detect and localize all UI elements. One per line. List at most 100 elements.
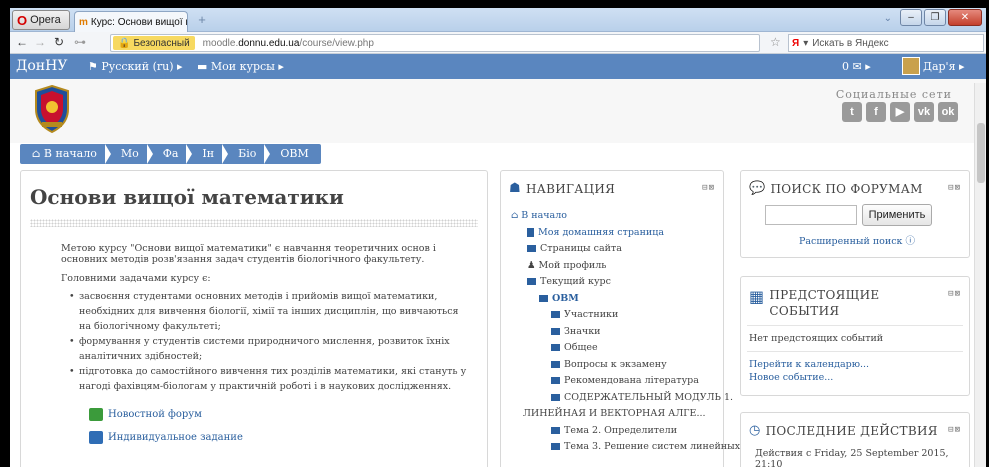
navigation-block-title: ☗ Навигация	[509, 181, 615, 196]
nav-item-exam-questions[interactable]: Вопросы к экзамену	[511, 357, 740, 374]
breadcrumb-item[interactable]: Фа	[151, 144, 193, 164]
twitter-icon[interactable]: t	[842, 102, 862, 122]
breadcrumb-home-label: В начало	[43, 147, 97, 160]
breadcrumb-home[interactable]: ⌂ В начало	[20, 144, 111, 164]
avatar	[902, 57, 920, 75]
reload-icon[interactable]: ↻	[54, 35, 64, 49]
university-logo[interactable]	[32, 85, 72, 133]
upcoming-events-block: ▦ Предстоящие события ⊟⊠ Нет предстоящих …	[740, 276, 970, 396]
new-event-link[interactable]: Новое событие...	[749, 372, 833, 384]
block-controls[interactable]: ⊟⊠	[948, 289, 961, 299]
url-path: /course/view.php	[299, 37, 374, 49]
nav-item-current-course[interactable]: Текущий курс	[511, 274, 740, 291]
list-item: засвоєння студентами основних методів і …	[69, 289, 469, 334]
help-icon[interactable]: ⓘ	[906, 236, 916, 247]
search-engine-chevron-icon[interactable]: ▾	[803, 38, 808, 49]
page-scrollbar[interactable]	[974, 83, 986, 467]
site-header: Социальные сети t f ▶ vk ok	[10, 79, 986, 143]
folder-icon	[551, 360, 560, 368]
upcoming-events-title: ▦ Предстоящие события	[749, 287, 879, 319]
nav-item-topic-3[interactable]: Тема 3. Решение систем линейных	[511, 439, 740, 456]
nav-item-label: ЛИНЕЙНАЯ И ВЕКТОРНАЯ АЛГЕ...	[523, 408, 706, 419]
nav-item-label: Рекомендована література	[564, 375, 699, 386]
nav-item-badges[interactable]: Значки	[511, 324, 740, 341]
facebook-icon[interactable]: f	[866, 102, 886, 122]
flag-icon: ⚑	[88, 60, 102, 73]
youtube-icon[interactable]: ▶	[890, 102, 910, 122]
recent-activity-title: ◷ Последние действия	[749, 423, 938, 438]
sitemap-icon: ☗	[509, 181, 521, 196]
url-text: moodle.donnu.edu.ua/course/view.php	[203, 38, 374, 49]
forum-search-input[interactable]	[765, 205, 857, 225]
block-controls[interactable]: ⊟⊠	[948, 425, 961, 435]
folder-icon	[551, 327, 560, 335]
nav-item-site-pages[interactable]: Страницы сайта	[511, 241, 740, 258]
home-icon: ⌂	[32, 147, 44, 160]
nav-item-course-ovm[interactable]: ОВМ	[511, 291, 740, 308]
moodle-favicon-icon: m	[79, 16, 88, 28]
title-divider	[30, 219, 478, 227]
user-menu[interactable]: Дар'я ▸	[902, 57, 965, 75]
block-controls[interactable]: ⊟⊠	[702, 183, 715, 193]
comments-icon: 💬	[749, 181, 766, 196]
site-brand-link[interactable]: ДонНУ	[16, 58, 67, 74]
nav-item-topic-2[interactable]: Тема 2. Определители	[511, 423, 740, 440]
back-icon[interactable]: ←	[16, 35, 28, 49]
my-courses-menu[interactable]: ▬ Мои курсы ▸	[197, 60, 284, 73]
nav-item-module-1-cont: ЛИНЕЙНАЯ И ВЕКТОРНАЯ АЛГЕ...	[511, 406, 740, 423]
breadcrumb-item[interactable]: Мо	[109, 144, 153, 164]
nav-item-participants[interactable]: Участники	[511, 307, 740, 324]
forward-icon[interactable]: →	[34, 35, 46, 49]
tasks-list: засвоєння студентами основних методів і …	[69, 289, 469, 394]
tab-bar: O Opera m Курс: Основи вищої м... × + ⌄ …	[10, 8, 986, 32]
nav-item-module-1[interactable]: СОДЕРЖАТЕЛЬНЫЙ МОДУЛЬ 1.	[511, 390, 740, 407]
tab-list-chevron-icon[interactable]: ⌄	[884, 13, 892, 26]
nav-item-label: Участники	[564, 309, 619, 320]
nav-item-literature[interactable]: Рекомендована література	[511, 373, 740, 390]
breadcrumb-item[interactable]: Біо	[226, 144, 271, 164]
opera-menu-button[interactable]: O Opera	[12, 10, 70, 30]
activity-label: Индивидуальное задание	[108, 432, 243, 443]
search-engine-field[interactable]: Я ▾ Искать в Яндекс	[788, 34, 984, 52]
breadcrumb-item-current[interactable]: ОВМ	[268, 144, 320, 164]
forum-search-block: 💬 Поиск по форумам ⊟⊠ Применить Расширен…	[740, 170, 970, 258]
browser-tab[interactable]: m Курс: Основи вищої м... ×	[74, 11, 188, 32]
navigation-block-heading: Навигация	[525, 181, 616, 196]
language-label: Русский (ru) ▸	[101, 60, 183, 73]
apply-button[interactable]: Применить	[862, 204, 932, 226]
divider	[747, 351, 963, 352]
activity-assignment[interactable]: Индивидуальное задание	[89, 431, 243, 444]
forum-search-heading: Поиск по форумам	[770, 181, 923, 196]
nav-item-dashboard[interactable]: Моя домашняя страница	[511, 225, 740, 242]
activity-news-forum[interactable]: Новостной форум	[89, 408, 202, 421]
maximize-button[interactable]: ❐	[924, 9, 946, 26]
odnoklassniki-icon[interactable]: ok	[938, 102, 958, 122]
nav-item-general[interactable]: Общее	[511, 340, 740, 357]
folder-open-icon	[539, 294, 548, 302]
minimize-button[interactable]: –	[900, 9, 922, 26]
messages-menu[interactable]: 0 ✉ ▸	[842, 60, 871, 73]
breadcrumb-item[interactable]: Ін	[190, 144, 228, 164]
goto-calendar-link[interactable]: Перейти к календарю...	[749, 359, 869, 371]
speed-dial-key-icon[interactable]: ⊶	[74, 35, 86, 49]
course-content: Основи вищої математики Метою курсу "Осн…	[20, 170, 488, 467]
scrollbar-thumb[interactable]	[977, 123, 985, 183]
block-controls[interactable]: ⊟⊠	[948, 183, 961, 193]
language-menu[interactable]: ⚑ Русский (ru) ▸	[88, 60, 183, 73]
new-tab-icon[interactable]: +	[194, 13, 210, 27]
calendar-icon: ▦	[749, 287, 765, 306]
nav-item-label: ОВМ	[552, 292, 579, 304]
vk-icon[interactable]: vk	[914, 102, 934, 122]
nav-item-profile[interactable]: ♟ Мой профиль	[511, 258, 740, 275]
bookmark-star-icon[interactable]: ☆	[770, 35, 781, 49]
nav-item-home[interactable]: ⌂ В начало	[511, 208, 740, 225]
nav-item-label: Тема 2. Определители	[564, 424, 678, 436]
nav-item-label: Моя домашняя страница	[538, 226, 665, 238]
folder-open-icon	[527, 278, 536, 285]
yandex-icon[interactable]: Я	[792, 38, 799, 49]
close-window-button[interactable]: ✕	[948, 9, 982, 26]
advanced-search-link[interactable]: Расширенный поиск ⓘ	[799, 233, 915, 247]
address-field[interactable]: 🔒 Безопасный moodle.donnu.edu.ua/course/…	[110, 34, 760, 52]
secure-badge[interactable]: 🔒 Безопасный	[113, 36, 195, 50]
list-item: формування у студентів системи природнич…	[69, 334, 469, 364]
